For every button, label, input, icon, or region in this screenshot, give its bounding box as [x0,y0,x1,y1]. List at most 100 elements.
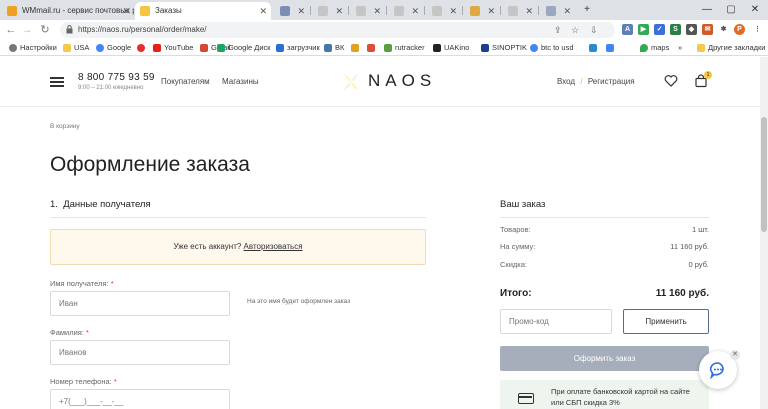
bookmark-item[interactable] [589,42,600,54]
hamburger-menu-icon[interactable] [50,77,64,87]
bookmark-google-drive[interactable]: Google Диск [217,42,271,54]
phone-input[interactable] [50,389,230,409]
bookmark-rutracker[interactable]: rutracker [384,42,425,54]
browser-toolbar: ← → ↻ https://naos.ru/personal/order/mak… [0,20,768,40]
close-window-icon[interactable]: ✕ [748,0,762,20]
bookmark-btc-to-usd[interactable]: btc to usd [530,42,574,54]
close-tab-icon[interactable]: ✕ [449,2,457,20]
extension-icon[interactable]: ▶ [638,24,649,35]
wmmail-favicon-icon [7,6,17,16]
back-to-cart-link[interactable]: В корзину [50,123,80,130]
bookmark-sinoptik[interactable]: SINOPTIK [481,42,527,54]
forward-arrow-icon[interactable]: → [20,23,34,37]
new-tab-button[interactable]: + [580,0,594,20]
close-tab-icon[interactable]: ✕ [563,2,571,20]
bookmark-maps[interactable]: maps [640,42,669,54]
naos-logo-text[interactable]: NAOS [368,71,436,91]
bookmark-item[interactable] [606,42,617,54]
auth-links: Вход / Регистрация [557,77,635,86]
menu-kebab-icon[interactable]: ⋮ [752,24,763,35]
maps-pin-icon [640,44,648,52]
bookmark-item[interactable] [367,42,378,54]
extensions-puzzle-icon[interactable]: ✱ [718,24,729,35]
summary-row-items: Товаров: 1 шт. [500,224,709,236]
extension-icon[interactable]: A [622,24,633,35]
bookmark-vk[interactable]: ВК [324,42,344,54]
row-value: 0 руб. [688,260,709,269]
cart-count-badge: 1 [704,71,712,79]
close-tab-icon[interactable]: ✕ [487,2,495,20]
bookmark-label: Google [107,43,132,52]
first-name-input[interactable] [50,291,230,316]
close-tab-icon[interactable]: ✕ [411,2,419,20]
promo-code-input[interactable] [500,309,612,334]
folder-icon [697,44,705,52]
page-favicon-icon [432,6,442,16]
close-tab-icon[interactable]: ✕ [297,2,305,20]
credit-card-icon [518,393,534,404]
nav-stores[interactable]: Магазины [222,77,259,86]
google-icon [530,44,538,52]
extension-icon[interactable]: ✓ [654,24,665,35]
extension-icon[interactable]: ✉ [702,24,713,35]
tab-8[interactable]: ✕ [464,2,498,20]
tab-6[interactable]: ✕ [388,2,422,20]
tab-orders[interactable]: Заказы ✕ [135,2,271,20]
minimize-icon[interactable]: — [700,0,714,20]
download-icon[interactable]: ⇩ [590,24,598,36]
apply-promo-button[interactable]: Применить [623,309,709,334]
share-icon[interactable]: ⇪ [554,24,562,36]
section-divider [500,217,709,218]
label-text: Имя получателя: [50,279,109,288]
bookmark-youtube[interactable]: YouTube [153,42,193,54]
extension-icon[interactable]: ◆ [686,24,697,35]
bookmarks-overflow-button[interactable]: » [678,42,682,54]
first-name-label: Имя получателя: * [50,279,114,288]
profile-avatar-icon[interactable]: Р [734,24,745,35]
extension-icon[interactable]: S [670,24,681,35]
bookmark-item[interactable] [351,42,362,54]
tab-3[interactable]: ✕ [274,2,308,20]
close-tab-icon[interactable]: ✕ [373,2,381,20]
bookmark-settings[interactable]: Настройки [9,42,57,54]
bookmark-downloader[interactable]: загрузчик [276,42,320,54]
bookmark-uakino[interactable]: UAKino [433,42,469,54]
maximize-icon[interactable]: ▢ [724,0,738,20]
tab-7[interactable]: ✕ [426,2,460,20]
bookmark-star-icon[interactable]: ☆ [571,24,579,36]
last-name-label: Фамилия: * [50,328,89,337]
checkout-button[interactable]: Оформить заказ [500,346,709,371]
close-tab-icon[interactable]: ✕ [525,2,533,20]
phone-number[interactable]: 8 800 775 93 59 [78,72,155,83]
register-link[interactable]: Регистрация [588,77,635,86]
tab-9[interactable]: ✕ [502,2,536,20]
last-name-input[interactable] [50,340,230,365]
bookmark-label: btc to usd [541,43,574,52]
bookmark-yandex[interactable] [137,42,148,54]
row-label: Товаров: [500,225,531,234]
bookmark-label: SINOPTIK [492,43,528,52]
label-text: Фамилия: [50,328,84,337]
tab-4[interactable]: ✕ [312,2,346,20]
back-arrow-icon[interactable]: ← [4,23,18,37]
nav-customers[interactable]: Покупателям [161,77,210,86]
favorites-heart-icon[interactable] [664,74,678,88]
tab-10[interactable]: ✕ [540,2,574,20]
tab-5[interactable]: ✕ [350,2,384,20]
other-bookmarks[interactable]: Другие закладки [697,42,765,54]
page-scrollbar[interactable] [760,57,768,409]
close-tab-icon[interactable]: ✕ [122,2,130,20]
address-bar[interactable]: https://naos.ru/personal/order/make/ ⇪ ☆… [60,22,615,38]
login-link[interactable]: Вход [557,77,575,86]
naos-logo-icon[interactable] [340,71,362,93]
login-link[interactable]: Авторизоваться [244,242,303,251]
close-tab-icon[interactable]: ✕ [259,2,267,20]
bookmark-usa[interactable]: USA [63,42,89,54]
scrollbar-thumb[interactable] [761,117,767,232]
bookmark-google[interactable]: Google [96,42,131,54]
chat-close-icon[interactable]: ✕ [730,350,740,360]
close-tab-icon[interactable]: ✕ [335,2,343,20]
bookmark-favicon-icon [367,44,375,52]
reload-icon[interactable]: ↻ [38,23,52,37]
tab-wmmail[interactable]: WMmail.ru - сервис почтовых ра ✕ [2,2,134,20]
